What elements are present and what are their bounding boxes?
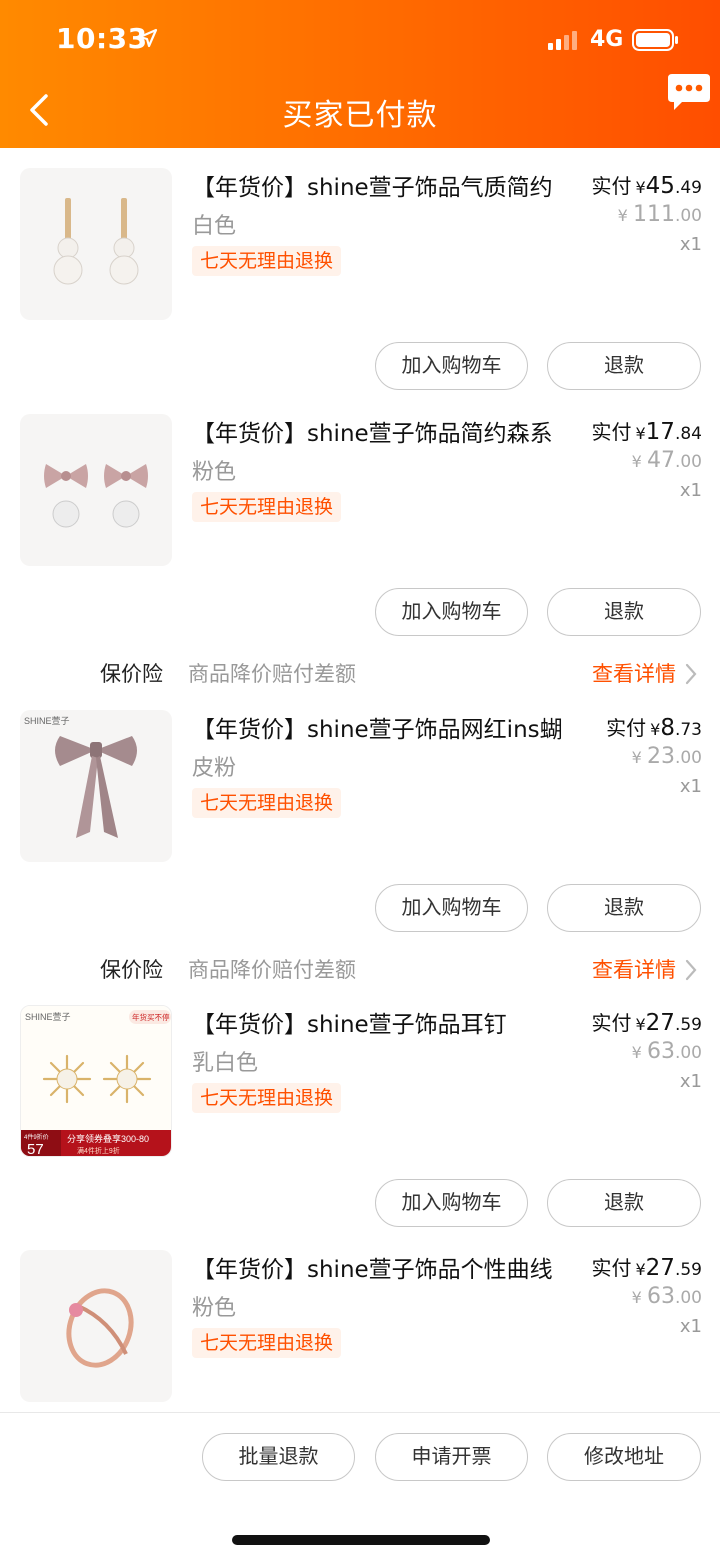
insurance-description: 商品降价赔付差额	[188, 958, 356, 982]
status-time: 10:33	[56, 22, 148, 55]
add-to-cart-button[interactable]: 加入购物车	[375, 342, 528, 390]
quantity: x1	[679, 234, 702, 255]
chevron-right-icon	[685, 663, 697, 685]
bottom-action-bar: 批量退款 申请开票 修改地址	[0, 1412, 720, 1558]
quantity: x1	[679, 480, 702, 501]
return-policy-tag: 七天无理由退换	[192, 1328, 342, 1358]
product-spec: 乳白色	[192, 1051, 259, 1076]
original-price: ¥ 63.00	[631, 1039, 702, 1064]
original-price: ¥ 47.00	[631, 448, 702, 473]
order-item: 【年货价】shine萱子饰品简约森系 粉色 七天无理由退换 实付 ¥17.84 ¥…	[0, 394, 720, 654]
original-price: ¥ 111.00	[617, 202, 702, 227]
return-policy-tag: 七天无理由退换	[192, 1083, 342, 1113]
location-arrow-icon	[138, 28, 158, 48]
header-bar: 10:33 4G 买家已付款	[0, 0, 720, 148]
product-thumbnail[interactable]	[20, 414, 172, 566]
pearl-earrings-image	[53, 198, 139, 285]
quantity: x1	[679, 776, 702, 797]
product-name[interactable]: 【年货价】shine萱子饰品个性曲线	[192, 1250, 553, 1284]
return-policy-tag: 七天无理由退换	[192, 788, 342, 818]
product-name[interactable]: 【年货价】shine萱子饰品耳钉	[192, 1005, 507, 1039]
request-invoice-button[interactable]: 申请开票	[375, 1433, 528, 1481]
return-policy-tag: 七天无理由退换	[192, 246, 342, 276]
paid-price: 实付 ¥45.49	[591, 173, 702, 199]
product-name[interactable]: 【年货价】shine萱子饰品简约森系	[192, 414, 553, 448]
product-name[interactable]: 【年货价】shine萱子饰品气质简约	[192, 168, 553, 202]
product-spec: 粉色	[192, 1296, 237, 1321]
product-thumbnail[interactable]: SHINE萱子	[20, 710, 172, 862]
add-to-cart-button[interactable]: 加入购物车	[375, 588, 528, 636]
original-price: ¥ 23.00	[631, 744, 702, 769]
product-thumbnail[interactable]	[20, 168, 172, 320]
paid-price: 实付 ¥17.84	[591, 419, 702, 445]
sun-pearl-studs-image: SHINE萱子 年货买不停 4件9折价 57 分享领券叠享300-80 满4件折…	[21, 1006, 171, 1157]
change-address-button[interactable]: 修改地址	[547, 1433, 701, 1481]
page-title: 买家已付款	[282, 98, 438, 133]
price-protection-row[interactable]: 保价险 商品降价赔付差额 查看详情	[0, 654, 720, 694]
paid-price: 实付 ¥8.73	[606, 715, 702, 741]
message-bubble-icon[interactable]	[666, 72, 712, 114]
order-item: SHINE萱子 【年货价】shine萱子饰品网红ins蝴 皮粉 七天无理由退换 …	[0, 690, 720, 950]
thumb-deal-tag: 4件9折价	[24, 1133, 49, 1141]
thumb-promo-sub: 满4件折上9折	[77, 1146, 120, 1155]
thumb-brand: SHINE萱子	[24, 715, 70, 726]
signal-icon	[548, 31, 577, 50]
add-to-cart-button[interactable]: 加入购物车	[375, 1179, 528, 1227]
add-to-cart-button[interactable]: 加入购物车	[375, 884, 528, 932]
original-price: ¥ 63.00	[631, 1284, 702, 1309]
paid-price: 实付 ¥27.59	[591, 1010, 702, 1036]
refund-button[interactable]: 退款	[547, 342, 701, 390]
order-item: 【年货价】shine萱子饰品个性曲线 粉色 七天无理由退换 实付 ¥27.59 ¥…	[0, 1230, 720, 1410]
product-spec: 粉色	[192, 460, 237, 485]
home-indicator[interactable]	[232, 1535, 490, 1545]
return-policy-tag: 七天无理由退换	[192, 492, 342, 522]
quantity: x1	[679, 1316, 702, 1337]
thumb-price: 57	[27, 1141, 44, 1157]
product-spec: 白色	[192, 214, 237, 239]
bow-hairclip-image: SHINE萱子	[24, 715, 137, 838]
network-type: 4G	[590, 27, 624, 52]
order-item: SHINE萱子 年货买不停 4件9折价 57 分享领券叠享300-80 满4件折…	[0, 985, 720, 1245]
paid-price: 实付 ¥27.59	[591, 1255, 702, 1281]
battery-icon	[632, 29, 678, 51]
view-details-link[interactable]: 查看详情	[592, 658, 676, 688]
order-item: 【年货价】shine萱子饰品气质简约 白色 七天无理由退换 实付 ¥45.49 ¥…	[0, 148, 720, 408]
refund-button[interactable]: 退款	[547, 884, 701, 932]
price-protection-row[interactable]: 保价险 商品降价赔付差额 查看详情	[0, 950, 720, 990]
product-thumbnail[interactable]	[20, 1250, 172, 1402]
curve-ring-image	[66, 1288, 134, 1368]
thumb-badge: 年货买不停	[132, 1012, 170, 1022]
batch-refund-button[interactable]: 批量退款	[202, 1433, 355, 1481]
insurance-title: 保价险	[100, 958, 163, 982]
refund-button[interactable]: 退款	[547, 1179, 701, 1227]
view-details-link[interactable]: 查看详情	[592, 954, 676, 984]
insurance-title: 保价险	[100, 662, 163, 686]
product-thumbnail[interactable]: SHINE萱子 年货买不停 4件9折价 57 分享领券叠享300-80 满4件折…	[20, 1005, 172, 1157]
chevron-right-icon	[685, 959, 697, 981]
bow-earrings-image	[44, 464, 148, 528]
refund-button[interactable]: 退款	[547, 588, 701, 636]
product-name[interactable]: 【年货价】shine萱子饰品网红ins蝴	[192, 710, 563, 744]
thumb-brand: SHINE萱子	[25, 1011, 71, 1022]
insurance-description: 商品降价赔付差额	[188, 662, 356, 686]
thumb-promo: 分享领券叠享300-80	[67, 1133, 149, 1144]
quantity: x1	[679, 1071, 702, 1092]
product-spec: 皮粉	[192, 756, 237, 781]
